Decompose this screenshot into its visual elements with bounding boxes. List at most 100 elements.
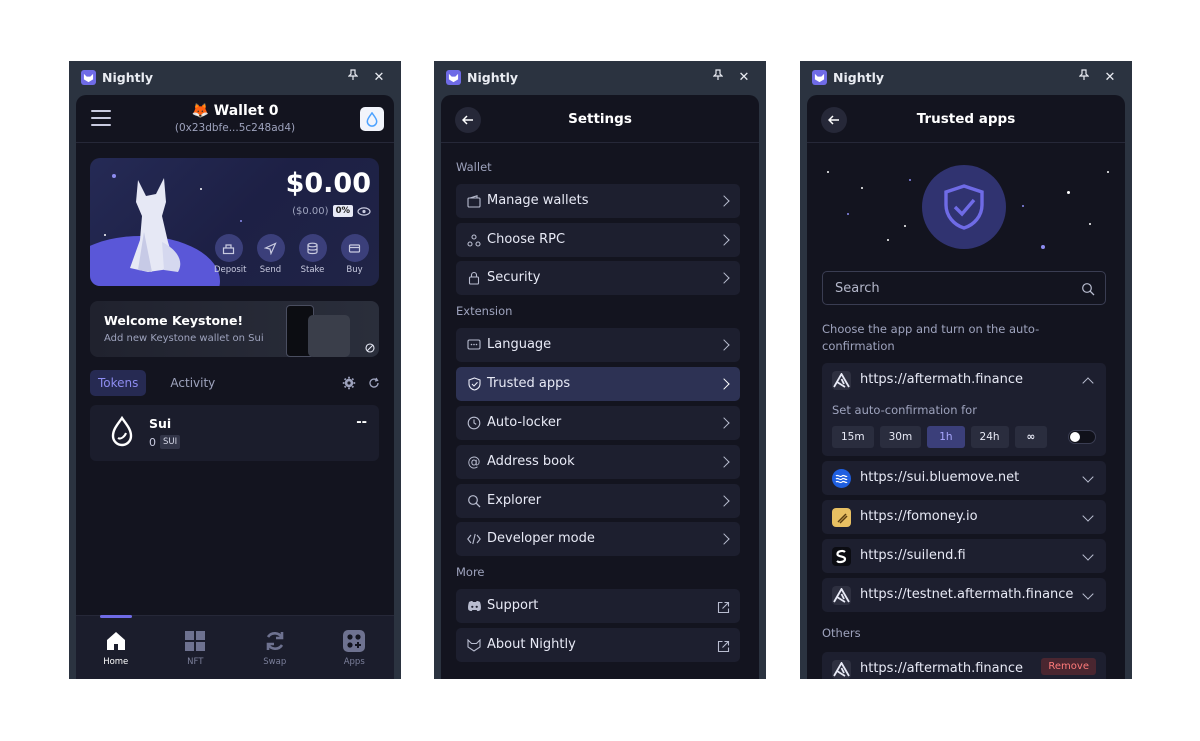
remove-button[interactable]: Remove: [1041, 658, 1096, 675]
duration-15m-button[interactable]: 15m: [832, 426, 874, 448]
menu-item-developer-mode[interactable]: Developer mode: [456, 522, 740, 556]
trusted-app-row-expanded[interactable]: https://aftermath.finance Set auto-confi…: [822, 363, 1106, 456]
chevron-down-icon[interactable]: [1082, 549, 1094, 561]
chevron-down-icon[interactable]: [1082, 471, 1094, 483]
menu-item-security[interactable]: Security: [456, 261, 740, 295]
gear-icon[interactable]: [342, 376, 356, 390]
stake-button[interactable]: Stake: [298, 234, 327, 275]
trusted-apps-description: Choose the app and turn on the auto-conf…: [822, 322, 1040, 353]
close-icon[interactable]: ✕: [734, 70, 754, 85]
pin-icon[interactable]: [343, 69, 363, 85]
trusted-app-row[interactable]: https://testnet.aftermath.finance: [822, 578, 1106, 612]
star-decoration: [904, 225, 906, 227]
star-decoration: [1107, 171, 1109, 173]
menu-item-about[interactable]: About Nightly: [456, 628, 740, 662]
search-placeholder: Search: [835, 281, 880, 296]
star-decoration: [240, 220, 242, 222]
chevron-right-icon: [718, 533, 730, 545]
nav-apps[interactable]: Apps: [315, 616, 395, 679]
star-decoration: [827, 171, 829, 173]
trusted-app-row[interactable]: https://suilend.fi: [822, 539, 1106, 573]
fox-illustration: [130, 178, 181, 272]
menu-item-address-book[interactable]: @ Address book: [456, 445, 740, 479]
close-icon[interactable]: ✕: [1100, 70, 1120, 85]
token-amount: 0 SUI: [149, 435, 181, 449]
app-url: https://aftermath.finance: [860, 372, 1024, 387]
suilend-logo-icon: [832, 547, 851, 566]
change-percent-badge: 0%: [332, 205, 353, 217]
search-icon: [466, 493, 482, 509]
token-symbol-badge: SUI: [160, 435, 181, 449]
menu-item-manage-wallets[interactable]: Manage wallets: [456, 184, 740, 218]
deposit-button[interactable]: Deposit: [214, 234, 247, 275]
pin-icon[interactable]: [708, 69, 728, 85]
chevron-right-icon: [718, 272, 730, 284]
chevron-down-icon[interactable]: [1082, 510, 1094, 522]
chevron-right-icon: [718, 378, 730, 390]
chevron-up-icon[interactable]: [1082, 377, 1094, 389]
section-label-more: More: [456, 565, 485, 579]
buy-button[interactable]: Buy: [340, 234, 369, 275]
nav-home[interactable]: Home: [76, 615, 156, 679]
star-decoration: [1041, 245, 1045, 249]
trusted-app-row[interactable]: https://sui.bluemove.net: [822, 461, 1106, 495]
menu-item-auto-locker[interactable]: Auto-locker: [456, 406, 740, 440]
section-label-wallet: Wallet: [456, 160, 492, 174]
duration-infinite-button[interactable]: ∞: [1014, 426, 1048, 448]
tab-activity[interactable]: Activity: [162, 370, 223, 396]
aftermath-logo-icon: [832, 660, 851, 679]
tab-tools: [342, 376, 380, 390]
star-decoration: [112, 174, 116, 178]
trusted-app-row[interactable]: https://fomoney.io: [822, 500, 1106, 534]
menu-item-explorer[interactable]: Explorer: [456, 484, 740, 518]
network-icon: [466, 232, 482, 248]
other-app-row[interactable]: https://aftermath.finance Remove: [822, 652, 1106, 679]
tab-tokens[interactable]: Tokens: [90, 370, 147, 396]
lock-icon: [466, 270, 482, 286]
shield-check-icon: [466, 376, 482, 392]
search-input[interactable]: Search: [822, 271, 1106, 305]
auto-confirm-toggle[interactable]: [1068, 430, 1096, 444]
send-button[interactable]: Send: [256, 234, 285, 275]
duration-24h-button[interactable]: 24h: [970, 426, 1009, 448]
network-sui-icon[interactable]: [360, 107, 384, 131]
duration-1h-button[interactable]: 1h: [927, 426, 965, 448]
token-row[interactable]: Sui 0 SUI --: [90, 405, 379, 461]
aftermath-logo-icon: [832, 371, 851, 390]
star-decoration: [1022, 205, 1024, 207]
promo-subtitle: Add new Keystone wallet on Sui: [104, 333, 264, 344]
page-title: Trusted apps: [916, 111, 1016, 127]
star-decoration: [861, 187, 863, 189]
chevron-right-icon: [718, 417, 730, 429]
menu-item-support[interactable]: Support: [456, 589, 740, 623]
app-url: https://fomoney.io: [860, 509, 978, 524]
wallet-name[interactable]: 🦊 Wallet 0: [76, 103, 394, 119]
nightly-logo-icon: [81, 69, 96, 85]
chevron-down-icon[interactable]: [1082, 588, 1094, 600]
keystone-promo-banner[interactable]: Welcome Keystone! Add new Keystone walle…: [90, 301, 379, 357]
nightly-window-home: Nightly ✕ 🦊 Wallet 0 (0x23dbfe...5c248ad…: [69, 61, 401, 679]
pin-icon[interactable]: [1074, 69, 1094, 85]
chat-icon: [466, 337, 482, 353]
code-icon: [466, 531, 482, 547]
nav-swap[interactable]: Swap: [235, 616, 315, 679]
star-decoration: [1089, 223, 1091, 225]
eye-icon[interactable]: [357, 206, 371, 216]
star-decoration: [887, 239, 889, 241]
refresh-icon[interactable]: [368, 377, 380, 389]
settings-header: Settings: [441, 95, 759, 143]
menu-item-choose-rpc[interactable]: Choose RPC: [456, 223, 740, 257]
balance-amount: $0.00: [285, 168, 371, 199]
menu-item-trusted-apps[interactable]: Trusted apps: [456, 367, 740, 401]
promo-title: Welcome Keystone!: [104, 313, 244, 328]
balance-card: $0.00 ($0.00) 0% Deposit Send Stake Buy: [90, 158, 379, 286]
trusted-shield-illustration: [922, 165, 1006, 249]
dismiss-icon[interactable]: [365, 343, 375, 353]
menu-item-language[interactable]: Language: [456, 328, 740, 362]
wallet-address[interactable]: (0x23dbfe...5c248ad4): [76, 122, 394, 134]
nav-nft[interactable]: NFT: [156, 616, 236, 679]
close-icon[interactable]: ✕: [369, 70, 389, 85]
sui-token-icon: [111, 416, 133, 447]
duration-30m-button[interactable]: 30m: [879, 426, 922, 448]
star-decoration: [104, 234, 106, 236]
